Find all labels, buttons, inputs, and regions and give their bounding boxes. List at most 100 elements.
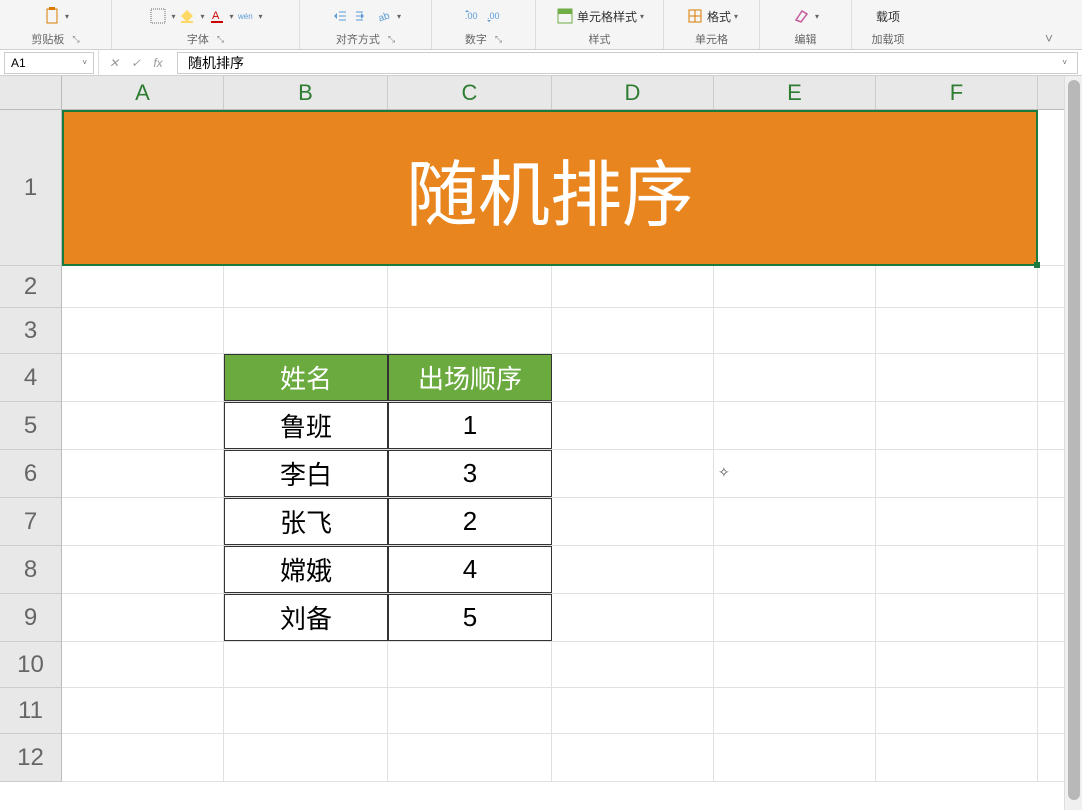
name-box[interactable]: A1 ˅ [4, 52, 94, 74]
cell[interactable] [62, 688, 224, 733]
dropdown-icon[interactable]: ▾ [259, 12, 263, 21]
cell[interactable] [714, 266, 876, 307]
cell[interactable] [62, 498, 224, 545]
select-all-corner[interactable] [0, 76, 62, 110]
cell[interactable] [876, 308, 1038, 353]
dropdown-icon[interactable]: ▾ [397, 12, 401, 21]
cell[interactable] [552, 266, 714, 307]
cancel-icon[interactable]: ✕ [105, 54, 123, 72]
table-cell-order[interactable]: 1 [388, 402, 552, 449]
row-header-9[interactable]: 9 [0, 594, 62, 642]
cell[interactable] [62, 308, 224, 353]
cell[interactable] [552, 402, 714, 449]
table-cell-name[interactable]: 嫦娥 [224, 546, 388, 593]
launcher-icon[interactable]: ⤡ [388, 34, 395, 45]
cell[interactable] [714, 498, 876, 545]
cell[interactable] [714, 734, 876, 781]
formula-input[interactable]: 随机排序 ˅ [177, 52, 1078, 74]
cell[interactable] [876, 354, 1038, 401]
row-header-12[interactable]: 12 [0, 734, 62, 782]
dropdown-icon[interactable]: ▾ [640, 12, 644, 21]
cells-area[interactable]: 随机排序姓名出场顺序鲁班1李白3张飞2嫦娥4刘备5 [62, 110, 1064, 810]
cell[interactable] [62, 734, 224, 781]
cell[interactable] [552, 546, 714, 593]
cell[interactable] [62, 402, 224, 449]
cell[interactable] [224, 266, 388, 307]
table-cell-order[interactable]: 4 [388, 546, 552, 593]
cell[interactable] [388, 734, 552, 781]
row-header-5[interactable]: 5 [0, 402, 62, 450]
launcher-icon[interactable]: ⤡ [495, 34, 502, 45]
table-cell-order[interactable]: 3 [388, 450, 552, 497]
row-header-1[interactable]: 1 [0, 110, 62, 266]
scrollbar-thumb[interactable] [1068, 80, 1080, 800]
phonetic-icon[interactable]: wén [236, 6, 256, 26]
dropdown-icon[interactable]: ˅ [82, 58, 87, 67]
table-header[interactable]: 出场顺序 [388, 354, 552, 401]
cell[interactable] [876, 546, 1038, 593]
table-cell-name[interactable]: 张飞 [224, 498, 388, 545]
cell[interactable] [552, 308, 714, 353]
cell[interactable] [224, 308, 388, 353]
table-cell-name[interactable]: 刘备 [224, 594, 388, 641]
cell[interactable] [388, 308, 552, 353]
decrease-indent-icon[interactable] [330, 6, 350, 26]
col-header-F[interactable]: F [876, 76, 1038, 109]
cell[interactable] [552, 498, 714, 545]
cell[interactable] [62, 594, 224, 641]
row-header-4[interactable]: 4 [0, 354, 62, 402]
cell[interactable] [224, 734, 388, 781]
orientation-icon[interactable]: ab [374, 6, 394, 26]
cell[interactable] [714, 402, 876, 449]
cell[interactable] [224, 688, 388, 733]
cell[interactable] [876, 402, 1038, 449]
expand-formula-icon[interactable]: ˅ [1062, 58, 1067, 67]
cell[interactable] [714, 642, 876, 687]
cell[interactable] [224, 642, 388, 687]
cell[interactable] [552, 354, 714, 401]
cell[interactable] [62, 642, 224, 687]
enter-icon[interactable]: ✓ [127, 54, 145, 72]
cell[interactable] [552, 642, 714, 687]
cell[interactable] [62, 354, 224, 401]
launcher-icon[interactable]: ⤡ [72, 34, 79, 45]
cell-styles-icon[interactable] [555, 6, 575, 26]
decrease-decimal-icon[interactable]: .00 [485, 6, 505, 26]
cell[interactable] [876, 266, 1038, 307]
dropdown-icon[interactable]: ▾ [734, 12, 738, 21]
col-header-E[interactable]: E [714, 76, 876, 109]
collapse-ribbon-icon[interactable]: ˅ [1034, 28, 1064, 48]
cell[interactable] [714, 450, 876, 497]
cell[interactable] [714, 594, 876, 641]
col-header-D[interactable]: D [552, 76, 714, 109]
cell[interactable] [714, 546, 876, 593]
border-icon[interactable] [148, 6, 168, 26]
table-cell-order[interactable]: 5 [388, 594, 552, 641]
cell[interactable] [714, 354, 876, 401]
cell[interactable] [876, 450, 1038, 497]
increase-indent-icon[interactable] [352, 6, 372, 26]
dropdown-icon[interactable]: ▾ [171, 12, 175, 21]
clipboard-icon[interactable] [42, 6, 62, 26]
cell[interactable] [388, 688, 552, 733]
row-header-8[interactable]: 8 [0, 546, 62, 594]
cell[interactable] [388, 642, 552, 687]
launcher-icon[interactable]: ⤡ [217, 34, 224, 45]
cell[interactable] [714, 308, 876, 353]
title-cell[interactable]: 随机排序 [62, 110, 1038, 266]
increase-decimal-icon[interactable]: .00 [463, 6, 483, 26]
row-header-2[interactable]: 2 [0, 266, 62, 308]
col-header-C[interactable]: C [388, 76, 552, 109]
table-header[interactable]: 姓名 [224, 354, 388, 401]
font-color-icon[interactable]: A [207, 6, 227, 26]
cell[interactable] [62, 450, 224, 497]
table-cell-name[interactable]: 鲁班 [224, 402, 388, 449]
fx-icon[interactable]: fx [149, 54, 167, 72]
row-header-3[interactable]: 3 [0, 308, 62, 354]
col-header-B[interactable]: B [224, 76, 388, 109]
cell[interactable] [714, 688, 876, 733]
fill-color-icon[interactable] [177, 6, 197, 26]
row-header-7[interactable]: 7 [0, 498, 62, 546]
cell[interactable] [876, 498, 1038, 545]
row-header-6[interactable]: 6 [0, 450, 62, 498]
